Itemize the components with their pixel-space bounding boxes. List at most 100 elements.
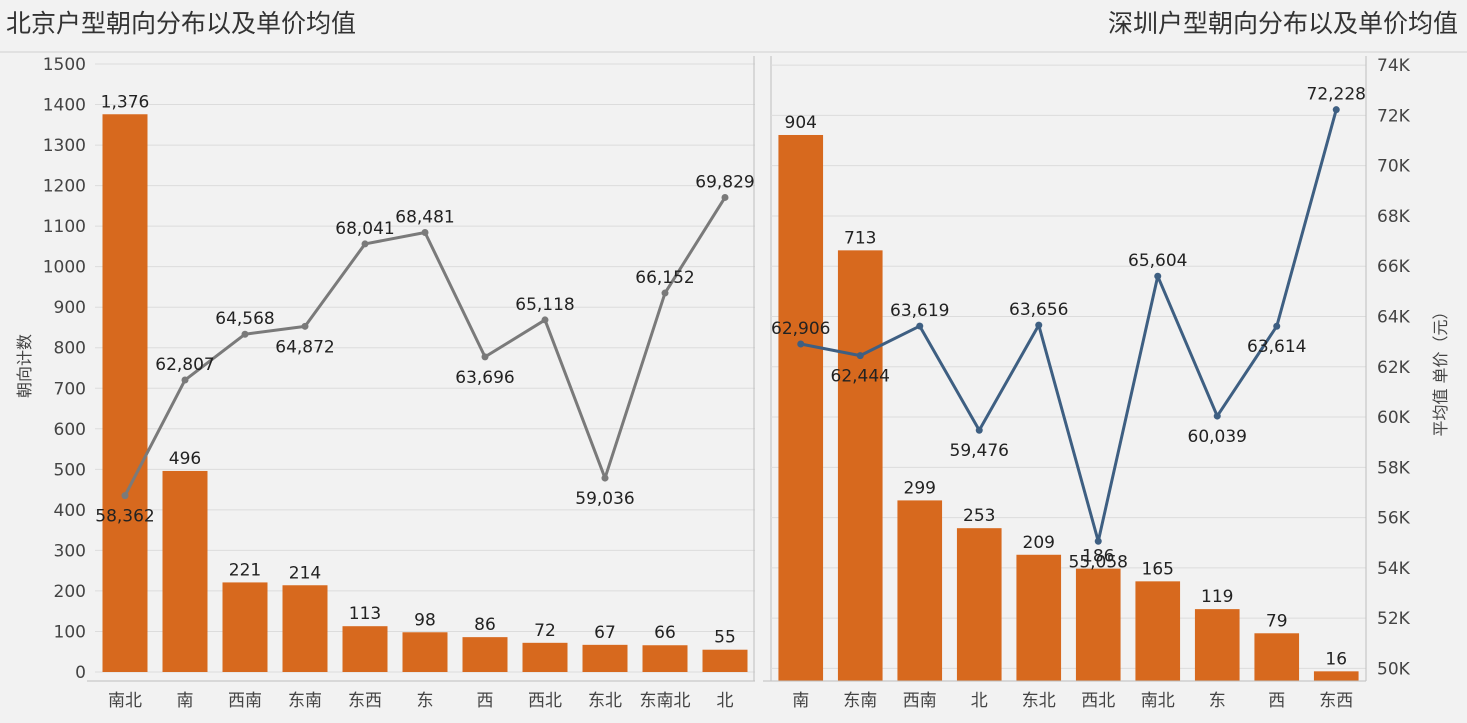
bar xyxy=(1313,671,1359,681)
y-tick-label: 60K xyxy=(1377,408,1411,428)
x-tick-label: 东南 xyxy=(843,691,877,711)
y-tick-label: 500 xyxy=(54,460,86,480)
line-value-label: 65,118 xyxy=(515,295,574,315)
line-point xyxy=(241,330,249,338)
line-value-label: 64,568 xyxy=(215,309,274,329)
x-tick-label: 东西 xyxy=(1319,691,1353,711)
bar-value-label: 16 xyxy=(1325,649,1347,669)
y-tick-label: 58K xyxy=(1377,458,1411,478)
y-tick-label: 300 xyxy=(54,541,86,561)
x-tick-label: 西南 xyxy=(228,691,262,711)
x-tick-label: 东南北 xyxy=(640,691,691,711)
y-tick-label: 0 xyxy=(75,663,86,683)
bar-value-label: 72 xyxy=(534,621,556,641)
line-point xyxy=(975,426,983,434)
line-point xyxy=(797,340,805,348)
y-tick-label: 62K xyxy=(1377,358,1411,378)
bar-value-label: 214 xyxy=(289,563,321,583)
line-value-label: 62,444 xyxy=(831,367,890,387)
y-tick-label: 1500 xyxy=(43,55,86,75)
line-value-label: 58,362 xyxy=(95,507,154,527)
y-tick-label: 1100 xyxy=(43,217,86,237)
line-value-label: 62,906 xyxy=(771,319,830,339)
line-point xyxy=(1035,321,1043,329)
bar-value-label: 713 xyxy=(844,228,876,248)
x-tick-label: 东北 xyxy=(1022,691,1056,711)
bar xyxy=(462,637,508,672)
line-point xyxy=(1094,537,1102,545)
bar xyxy=(1194,609,1240,681)
x-tick-label: 东 xyxy=(417,691,434,711)
x-tick-label: 南北 xyxy=(1141,691,1175,711)
bar xyxy=(1254,633,1300,681)
x-tick-label: 东 xyxy=(1209,691,1226,711)
line-value-label: 63,619 xyxy=(890,301,949,321)
shenzhen-y-axis-label: 平均值 单价（元） xyxy=(1431,303,1450,436)
chart-root: 北京户型朝向分布以及单价均值 深圳户型朝向分布以及单价均值 朝向计数 平均值 单… xyxy=(0,0,1467,719)
line-point xyxy=(181,376,189,384)
line-point xyxy=(121,492,129,500)
line-value-label: 62,807 xyxy=(155,355,214,375)
line-value-label: 60,039 xyxy=(1188,427,1247,447)
bar xyxy=(522,642,568,672)
bar xyxy=(956,528,1002,681)
bar-value-label: 79 xyxy=(1266,611,1288,631)
y-tick-label: 1000 xyxy=(43,258,86,278)
y-tick-label: 400 xyxy=(54,501,86,521)
chart-svg: 北京户型朝向分布以及单价均值 深圳户型朝向分布以及单价均值 朝向计数 平均值 单… xyxy=(0,0,1467,719)
line-value-label: 63,696 xyxy=(455,368,514,388)
bar xyxy=(282,585,328,672)
bar-value-label: 209 xyxy=(1023,533,1055,553)
bar-value-label: 98 xyxy=(414,610,436,630)
line-point xyxy=(1213,412,1221,420)
line-point xyxy=(361,240,369,248)
bar xyxy=(1075,568,1121,681)
y-tick-label: 50K xyxy=(1377,659,1411,679)
bar-value-label: 496 xyxy=(169,449,201,469)
y-tick-label: 600 xyxy=(54,420,86,440)
line-point xyxy=(301,322,309,330)
y-tick-label: 72K xyxy=(1377,106,1411,126)
bar xyxy=(102,114,148,672)
shenzhen-title: 深圳户型朝向分布以及单价均值 xyxy=(1108,9,1458,38)
x-tick-label: 西北 xyxy=(1081,691,1115,711)
x-tick-label: 西南 xyxy=(903,691,937,711)
bar xyxy=(642,645,688,672)
x-tick-label: 南北 xyxy=(108,691,142,711)
x-tick-label: 北 xyxy=(971,691,988,711)
y-tick-label: 66K xyxy=(1377,257,1411,277)
x-tick-label: 东北 xyxy=(588,691,622,711)
bar-value-label: 113 xyxy=(349,604,381,624)
bar xyxy=(702,649,748,672)
line-value-label: 72,228 xyxy=(1307,85,1366,105)
y-tick-label: 74K xyxy=(1377,56,1411,76)
x-tick-label: 西 xyxy=(1268,691,1285,711)
bar-value-label: 253 xyxy=(963,506,995,526)
bar xyxy=(778,134,824,681)
line-value-label: 55,058 xyxy=(1069,552,1128,572)
bar-value-label: 66 xyxy=(654,623,676,643)
x-tick-label: 西北 xyxy=(528,691,562,711)
bar-value-label: 119 xyxy=(1201,587,1233,607)
bar-value-label: 1,376 xyxy=(101,92,150,112)
bar-value-label: 55 xyxy=(714,628,736,648)
y-tick-label: 64K xyxy=(1377,308,1411,328)
bar-value-label: 86 xyxy=(474,615,496,635)
line-value-label: 66,152 xyxy=(635,268,694,288)
line-point xyxy=(541,316,549,324)
line-value-label: 64,872 xyxy=(275,337,334,357)
y-tick-label: 52K xyxy=(1377,609,1411,629)
line-value-label: 65,604 xyxy=(1128,251,1187,271)
bar xyxy=(402,632,448,672)
y-tick-label: 100 xyxy=(54,622,86,642)
y-tick-label: 56K xyxy=(1377,509,1411,529)
bar xyxy=(837,250,883,681)
line-point xyxy=(1332,106,1340,114)
y-tick-label: 900 xyxy=(54,298,86,318)
bar xyxy=(342,626,388,672)
line-point xyxy=(481,353,489,361)
x-tick-label: 西 xyxy=(477,691,494,711)
x-tick-label: 东西 xyxy=(348,691,382,711)
bar xyxy=(1016,554,1062,681)
line-point xyxy=(601,474,609,482)
